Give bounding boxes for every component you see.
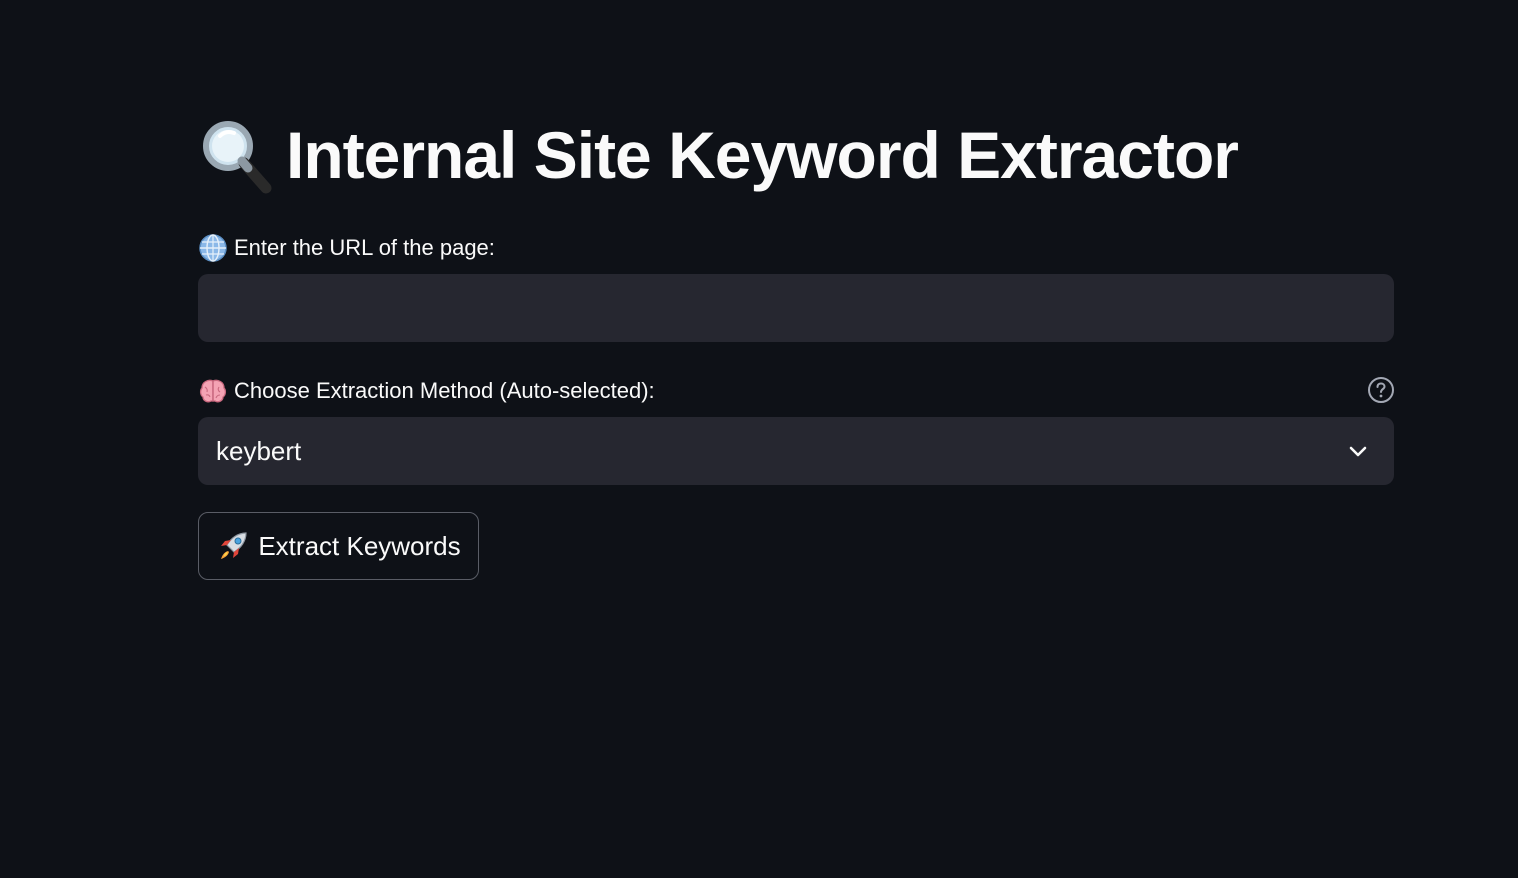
magnifying-glass-icon: [203, 121, 272, 194]
method-select-value: keybert: [216, 435, 302, 466]
globe-icon: [199, 234, 227, 262]
url-input[interactable]: [198, 274, 1394, 342]
rocket-icon: [221, 532, 247, 559]
method-select-label-text: Choose Extraction Method (Auto-selected)…: [234, 378, 655, 403]
help-circle-icon[interactable]: [1367, 376, 1395, 404]
page-title-text: Internal Site Keyword Extractor: [286, 118, 1239, 192]
method-select-label: Choose Extraction Method (Auto-selected)…: [198, 374, 655, 408]
url-field-label: Enter the URL of the page:: [198, 231, 495, 265]
extract-keywords-button-label: Extract Keywords: [258, 530, 461, 561]
method-select[interactable]: keybert: [198, 417, 1394, 485]
extract-keywords-button[interactable]: Extract Keywords: [198, 512, 479, 580]
app-page: Internal Site Keyword Extractor Enter th…: [0, 0, 1518, 878]
brain-icon: [199, 379, 227, 403]
chevron-down-icon: [1349, 446, 1367, 457]
url-field-label-text: Enter the URL of the page:: [234, 235, 495, 260]
page-title: Internal Site Keyword Extractor: [198, 112, 1239, 198]
